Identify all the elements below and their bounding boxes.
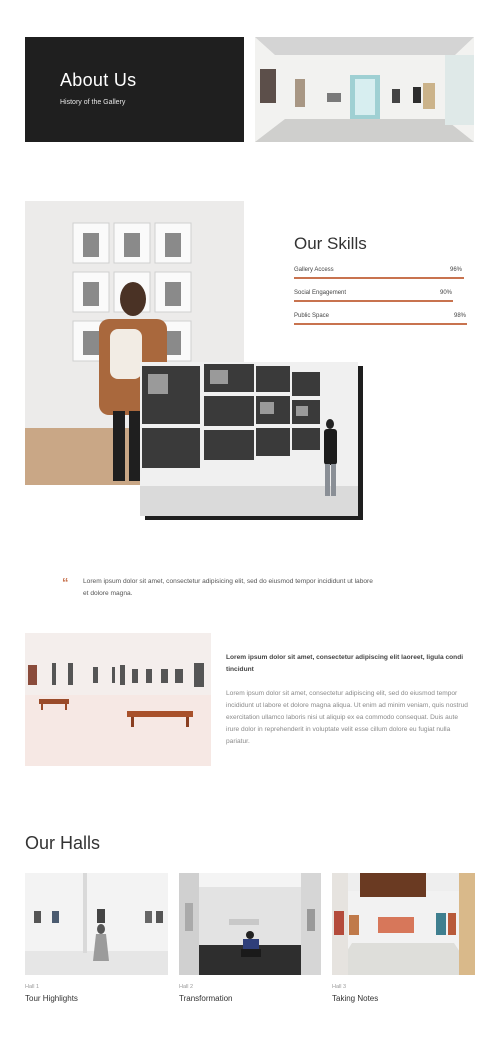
skill-value: 90%	[440, 290, 453, 296]
skill-progress-bar	[294, 300, 454, 302]
skill-progress-bar	[294, 277, 464, 279]
skill-label: Gallery Access	[294, 267, 334, 273]
gallery-benches-photo	[25, 633, 211, 766]
skill-progress-bar	[294, 323, 468, 325]
hall-card-3[interactable]: Hall 3 Taking Notes	[332, 873, 475, 1006]
hall-card-2[interactable]: Hall 2 Transformation	[179, 873, 321, 1006]
hall-3-photo	[332, 873, 475, 975]
quote-text: Lorem ipsum dolor sit amet, consectetur …	[83, 578, 373, 597]
halls-heading: Our Halls	[25, 833, 101, 853]
skill-value: 98%	[454, 313, 467, 319]
page-subtitle: History of the Gallery	[60, 99, 126, 106]
hall-2-photo	[179, 873, 321, 975]
hall-number: Hall 3	[332, 984, 347, 990]
hall-card-1[interactable]: Hall 1 Tour Highlights	[25, 873, 168, 1006]
skill-label: Public Space	[294, 313, 330, 319]
page-title: About Us	[60, 70, 137, 90]
quote-icon: “	[62, 575, 69, 590]
hall-number: Hall 2	[179, 984, 194, 990]
hall-name[interactable]: Taking Notes	[332, 994, 378, 1003]
skills-heading: Our Skills	[294, 234, 367, 253]
gallery-hall-photo	[255, 37, 474, 142]
hall-name[interactable]: Transformation	[179, 994, 233, 1003]
hall-number: Hall 1	[25, 984, 40, 990]
skill-label: Social Engagement	[294, 290, 347, 296]
text-block-body: Lorem ipsum dolor sit amet, consectetur …	[226, 690, 468, 745]
hall-1-photo	[25, 873, 168, 975]
man-viewing-photographs-photo	[140, 362, 358, 516]
skill-value: 96%	[450, 267, 463, 273]
text-block-heading: Lorem ipsum dolor sit amet, consectetur …	[226, 654, 464, 673]
hall-name[interactable]: Tour Highlights	[25, 994, 78, 1003]
